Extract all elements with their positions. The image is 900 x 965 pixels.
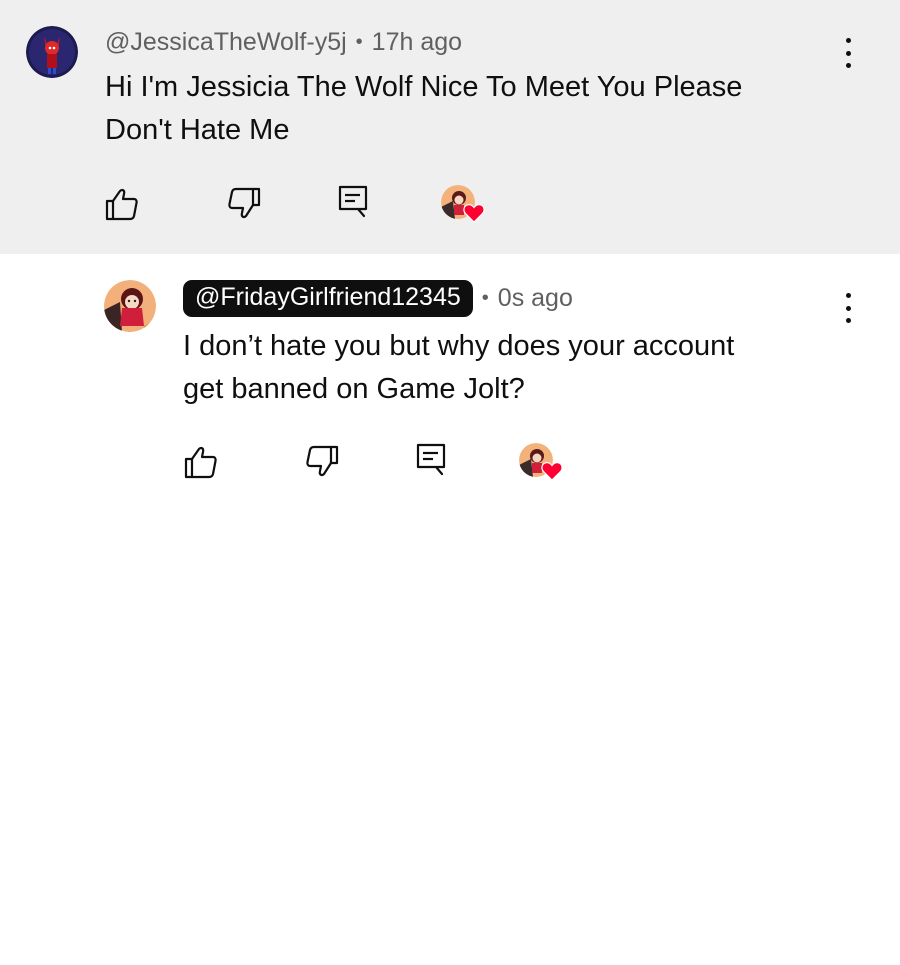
like-button[interactable] bbox=[183, 444, 219, 480]
thumbs-down-icon bbox=[306, 445, 339, 477]
comment-meta: @JessicaTheWolf-y5j • 17h ago bbox=[105, 28, 462, 57]
dislike-button[interactable] bbox=[304, 444, 340, 480]
reply-button[interactable] bbox=[414, 442, 450, 478]
creator-heart-icon bbox=[463, 204, 485, 223]
comment-meta: @FridayGirlfriend12345 • 0s ago bbox=[183, 280, 573, 317]
more-vertical-icon bbox=[845, 38, 851, 43]
reply-button[interactable] bbox=[336, 184, 372, 220]
thumbs-up-icon bbox=[105, 188, 138, 221]
meta-separator: • bbox=[481, 287, 489, 309]
comment-thread-parent: @JessicaTheWolf-y5j • 17h ago Hi I'm Jes… bbox=[0, 0, 900, 254]
reply-comment-icon bbox=[338, 185, 368, 218]
more-actions-button[interactable] bbox=[842, 293, 854, 323]
thumbs-up-icon bbox=[184, 446, 217, 479]
meta-separator: • bbox=[355, 31, 363, 53]
like-button[interactable] bbox=[104, 186, 140, 222]
more-vertical-icon bbox=[845, 293, 851, 298]
creator-heart bbox=[519, 443, 563, 483]
creator-heart bbox=[441, 185, 485, 225]
reply-comment-icon bbox=[416, 443, 446, 476]
avatar[interactable] bbox=[26, 26, 78, 78]
dislike-button[interactable] bbox=[226, 186, 262, 222]
thumbs-down-icon bbox=[228, 187, 261, 219]
timestamp[interactable]: 17h ago bbox=[372, 28, 462, 57]
comment-text-line: Hi I'm Jessicia The Wolf Nice To Meet Yo… bbox=[105, 71, 743, 103]
author-handle[interactable]: @JessicaTheWolf-y5j bbox=[105, 28, 347, 57]
comment-reply: @FridayGirlfriend12345 • 0s ago I don’t … bbox=[0, 254, 900, 514]
comment-text-line: Don't Hate Me bbox=[105, 114, 290, 146]
comment-text-line: I don’t hate you but why does your accou… bbox=[183, 330, 735, 362]
author-handle-badge[interactable]: @FridayGirlfriend12345 bbox=[183, 280, 473, 317]
creator-heart-icon bbox=[541, 462, 563, 481]
comment-text: I don’t hate you but why does your accou… bbox=[183, 325, 843, 411]
more-actions-button[interactable] bbox=[842, 38, 854, 68]
timestamp[interactable]: 0s ago bbox=[498, 284, 573, 313]
avatar[interactable] bbox=[104, 280, 156, 332]
comment-text: Hi I'm Jessicia The Wolf Nice To Meet Yo… bbox=[105, 66, 825, 152]
comment-text-line: get banned on Game Jolt? bbox=[183, 373, 525, 405]
